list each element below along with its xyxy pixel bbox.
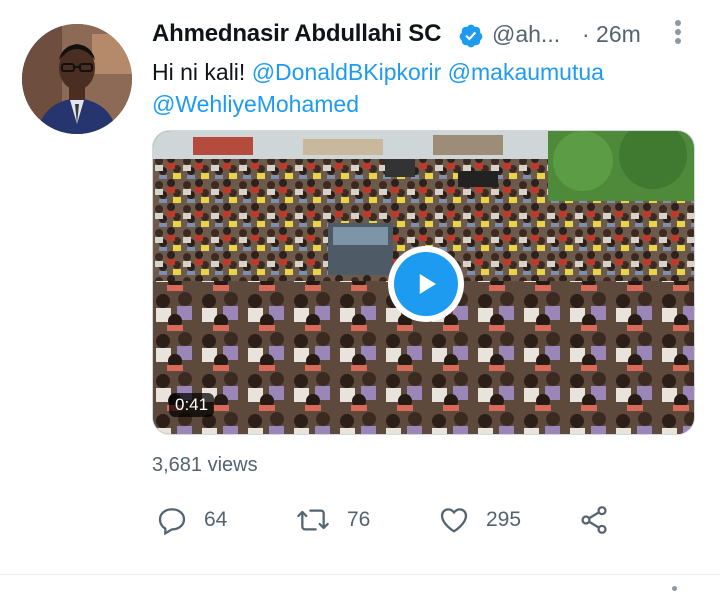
tweet[interactable]: Ahmednasir Abdullahi SC @ah... · 26m Hi …: [0, 0, 720, 591]
retweet-icon: [297, 509, 329, 531]
more-vertical-icon[interactable]: [672, 20, 684, 50]
like-button[interactable]: 295: [438, 500, 521, 540]
verified-badge-icon: [459, 24, 483, 48]
view-count[interactable]: 3,681 views: [152, 454, 258, 477]
video-duration: 0:41: [169, 393, 215, 417]
more-vertical-icon[interactable]: [672, 578, 677, 596]
action-bar: 64 76 295: [152, 500, 700, 540]
video-player[interactable]: 0:41: [152, 130, 695, 435]
mention-link[interactable]: @WehliyeMohamed: [152, 91, 359, 117]
tweet-text: Hi ni kali! @DonaldBKipkorir @makaumutua…: [152, 56, 700, 120]
retweet-button[interactable]: 76: [295, 500, 370, 540]
mention-link[interactable]: @makaumutua: [448, 59, 604, 85]
retweet-count: 76: [347, 508, 371, 531]
like-count: 295: [486, 508, 522, 531]
author-handle[interactable]: @ah...: [492, 21, 560, 48]
play-button[interactable]: [388, 246, 464, 322]
share-icon: [581, 506, 607, 534]
avatar[interactable]: [22, 24, 132, 134]
reply-icon: [158, 508, 186, 536]
tweet-divider: [0, 574, 720, 575]
reply-button[interactable]: 64: [156, 500, 227, 540]
reply-count: 64: [204, 508, 228, 531]
play-icon: [419, 274, 436, 294]
author-name[interactable]: Ahmednasir Abdullahi SC: [152, 20, 441, 48]
tweet-timestamp[interactable]: · 26m: [582, 21, 641, 48]
tweet-body: Hi ni kali!: [152, 59, 246, 85]
share-button[interactable]: [578, 500, 610, 540]
tweet-header: Ahmednasir Abdullahi SC @ah... · 26m: [152, 18, 700, 54]
heart-icon: [440, 508, 468, 533]
mention-link[interactable]: @DonaldBKipkorir: [252, 59, 442, 85]
